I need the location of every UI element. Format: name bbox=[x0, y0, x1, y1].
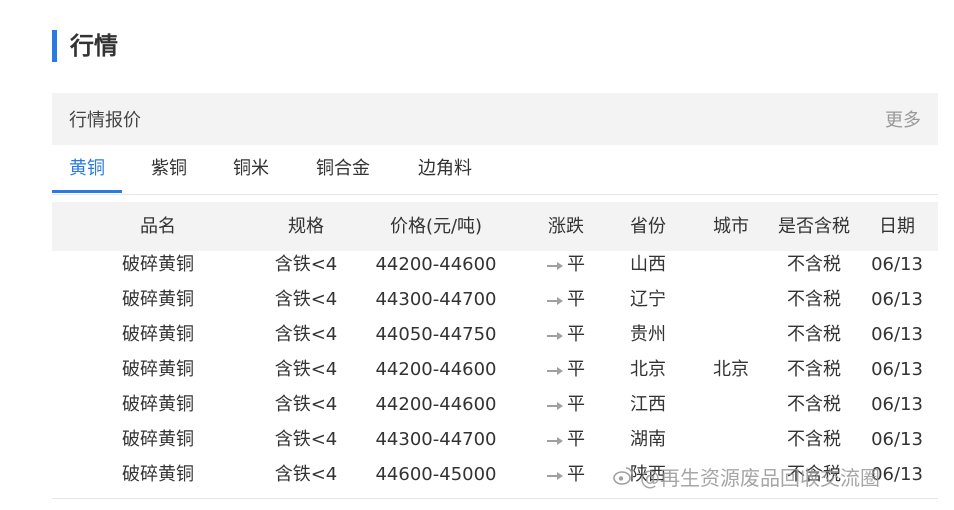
cell-spec: 含铁<4 bbox=[274, 464, 338, 485]
cell-price: 44600-45000 bbox=[375, 464, 497, 485]
cell-tax: 不含税 bbox=[787, 324, 841, 345]
table-header: 品名 规格 价格(元/吨) 涨跌 省份 城市 是否含税 日期 bbox=[52, 202, 938, 251]
column-header-change: 涨跌 bbox=[548, 216, 584, 237]
cell-price: 44200-44600 bbox=[375, 359, 497, 380]
page-title: 行情 bbox=[70, 32, 118, 60]
cell-change: 平 bbox=[547, 457, 585, 492]
tab-red-copper[interactable]: 紫铜 bbox=[134, 145, 204, 193]
cell-price: 44050-44750 bbox=[375, 324, 497, 345]
cell-date: 06/13 bbox=[871, 324, 923, 345]
cell-spec: 含铁<4 bbox=[274, 289, 338, 310]
column-header-price: 价格(元/吨) bbox=[389, 216, 483, 237]
quote-header-title: 行情报价 bbox=[69, 110, 141, 131]
quote-header: 行情报价 更多 bbox=[52, 93, 938, 145]
tab-copper-alloy[interactable]: 铜合金 bbox=[303, 145, 383, 193]
cell-tax: 不含税 bbox=[787, 429, 841, 450]
flat-arrow-icon bbox=[547, 436, 563, 445]
cell-change: 平 bbox=[547, 247, 585, 282]
change-label: 平 bbox=[567, 464, 585, 485]
tab-brass[interactable]: 黄铜 bbox=[52, 145, 122, 193]
flat-arrow-icon bbox=[547, 296, 563, 305]
cell-province: 山西 bbox=[630, 254, 666, 275]
change-label: 平 bbox=[567, 324, 585, 345]
cell-name: 破碎黄铜 bbox=[122, 429, 194, 450]
cell-city: 北京 bbox=[713, 359, 749, 380]
change-label: 平 bbox=[567, 359, 585, 380]
flat-arrow-icon bbox=[547, 471, 563, 480]
cell-date: 06/13 bbox=[871, 429, 923, 450]
cell-date: 06/13 bbox=[871, 359, 923, 380]
column-header-spec: 规格 bbox=[288, 216, 324, 237]
table-row[interactable]: 破碎黄铜 含铁<4 44300-44700 平 辽宁 不含税 06/13 bbox=[52, 282, 938, 317]
active-tab-indicator bbox=[52, 190, 122, 193]
cell-change: 平 bbox=[547, 317, 585, 352]
table-row[interactable]: 破碎黄铜 含铁<4 44200-44600 平 北京 北京 不含税 06/13 bbox=[52, 352, 938, 387]
cell-province: 江西 bbox=[630, 394, 666, 415]
column-header-date: 日期 bbox=[879, 216, 915, 237]
change-label: 平 bbox=[567, 394, 585, 415]
cell-name: 破碎黄铜 bbox=[122, 324, 194, 345]
cell-spec: 含铁<4 bbox=[274, 394, 338, 415]
cell-date: 06/13 bbox=[871, 289, 923, 310]
cell-price: 44300-44700 bbox=[375, 289, 497, 310]
cell-date: 06/13 bbox=[871, 254, 923, 275]
cell-name: 破碎黄铜 bbox=[122, 359, 194, 380]
cell-price: 44300-44700 bbox=[375, 429, 497, 450]
cell-spec: 含铁<4 bbox=[274, 324, 338, 345]
flat-arrow-icon bbox=[547, 401, 563, 410]
cell-tax: 不含税 bbox=[787, 359, 841, 380]
section-title: 行情 bbox=[52, 30, 118, 62]
cell-change: 平 bbox=[547, 282, 585, 317]
cell-province: 贵州 bbox=[630, 324, 666, 345]
cell-change: 平 bbox=[547, 352, 585, 387]
watermark: @再生资源废品回收交流圈 bbox=[612, 459, 880, 493]
column-header-province: 省份 bbox=[630, 216, 666, 237]
cell-tax: 不含税 bbox=[787, 254, 841, 275]
cell-price: 44200-44600 bbox=[375, 394, 497, 415]
cell-spec: 含铁<4 bbox=[274, 359, 338, 380]
cell-name: 破碎黄铜 bbox=[122, 289, 194, 310]
category-tabs: 黄铜 紫铜 铜米 铜合金 边角料 bbox=[52, 145, 938, 195]
cell-tax: 不含税 bbox=[787, 394, 841, 415]
quote-table-body: 破碎黄铜 含铁<4 44200-44600 平 山西 不含税 06/13 破碎黄… bbox=[52, 247, 938, 492]
cell-spec: 含铁<4 bbox=[274, 429, 338, 450]
tab-copper-granules[interactable]: 铜米 bbox=[216, 145, 286, 193]
table-row[interactable]: 破碎黄铜 含铁<4 44300-44700 平 湖南 不含税 06/13 bbox=[52, 422, 938, 457]
cell-name: 破碎黄铜 bbox=[122, 464, 194, 485]
cell-province: 辽宁 bbox=[630, 289, 666, 310]
column-header-city: 城市 bbox=[713, 216, 749, 237]
tab-scrap-trimmings[interactable]: 边角料 bbox=[405, 145, 485, 193]
more-link[interactable]: 更多 bbox=[885, 106, 921, 132]
title-accent-bar bbox=[52, 30, 57, 62]
table-row[interactable]: 破碎黄铜 含铁<4 44200-44600 平 山西 不含税 06/13 bbox=[52, 247, 938, 282]
table-row[interactable]: 破碎黄铜 含铁<4 44200-44600 平 江西 不含税 06/13 bbox=[52, 387, 938, 422]
change-label: 平 bbox=[567, 254, 585, 275]
cell-name: 破碎黄铜 bbox=[122, 254, 194, 275]
column-header-tax: 是否含税 bbox=[778, 216, 850, 237]
cell-price: 44200-44600 bbox=[375, 254, 497, 275]
table-row[interactable]: 破碎黄铜 含铁<4 44050-44750 平 贵州 不含税 06/13 bbox=[52, 317, 938, 352]
flat-arrow-icon bbox=[547, 331, 563, 340]
table-bottom-divider bbox=[52, 498, 938, 499]
cell-province: 北京 bbox=[630, 359, 666, 380]
change-label: 平 bbox=[567, 289, 585, 310]
cell-tax: 不含税 bbox=[787, 289, 841, 310]
cell-change: 平 bbox=[547, 422, 585, 457]
watermark-text: @再生资源废品回收交流圈 bbox=[640, 465, 880, 490]
cell-name: 破碎黄铜 bbox=[122, 394, 194, 415]
cell-spec: 含铁<4 bbox=[274, 254, 338, 275]
flat-arrow-icon bbox=[547, 261, 563, 270]
change-label: 平 bbox=[567, 429, 585, 450]
cell-date: 06/13 bbox=[871, 394, 923, 415]
cell-province: 湖南 bbox=[630, 429, 666, 450]
weibo-logo-icon bbox=[613, 467, 633, 485]
column-header-name: 品名 bbox=[140, 216, 176, 237]
cell-change: 平 bbox=[547, 387, 585, 422]
flat-arrow-icon bbox=[547, 366, 563, 375]
